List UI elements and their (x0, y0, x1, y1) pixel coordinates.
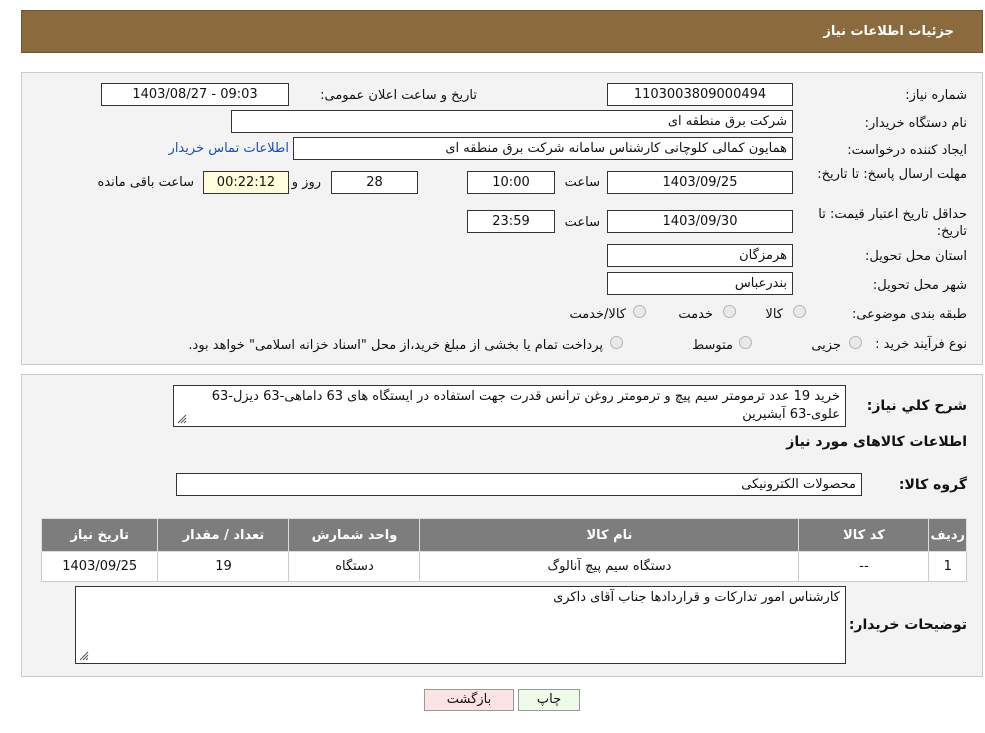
items-title: اطلاعات کالاهای مورد نیاز (786, 434, 967, 450)
table-header-row: ردیف کد کالا نام کالا واحد شمارش تعداد /… (40, 518, 967, 552)
process-option-minor: جزیی (811, 338, 841, 353)
remaining-label: ساعت باقی مانده (97, 175, 194, 190)
cell-qty: 19 (157, 551, 290, 582)
buyer-notes-textarea: کارشناس امور تدارکات و قراردادها جناب آق… (75, 586, 846, 664)
deadline-label: مهلت ارسال پاسخ: تا تاریخ: (817, 167, 967, 182)
validity-time-field: 23:59 (467, 210, 555, 233)
page-title: جزئیات اطلاعات نیاز (823, 24, 954, 39)
process-option-medium: متوسط (692, 338, 733, 353)
col-unit: واحد شمارش (288, 518, 421, 552)
deadline-date-field: 1403/09/25 (607, 171, 793, 194)
buyer-org-field: شرکت برق منطقه ای (231, 110, 793, 133)
cell-unit: دستگاه (288, 551, 421, 582)
col-qty: تعداد / مقدار (157, 518, 290, 552)
buyer-notes-text: کارشناس امور تدارکات و قراردادها جناب آق… (553, 590, 840, 605)
buyer-org-label: نام دستگاه خریدار: (864, 116, 967, 131)
description-textarea: خرید 19 عدد ترمومتر سیم پیچ و ترمومتر رو… (173, 385, 846, 427)
process-note: پرداخت تمام یا بخشی از مبلغ خرید،از محل … (188, 338, 603, 353)
buyer-notes-label: توضیحات خریدار: (848, 617, 967, 633)
deadline-time-label: ساعت (564, 175, 600, 190)
days-label: روز و (291, 175, 321, 190)
resize-grip-icon[interactable] (79, 651, 89, 661)
deadline-time-field: 10:00 (467, 171, 555, 194)
print-button[interactable]: چاپ (518, 689, 580, 711)
process-radio-minor[interactable] (849, 336, 862, 349)
col-name: نام کالا (419, 518, 800, 552)
category-option-service: خدمت (678, 307, 713, 322)
page-header: جزئیات اطلاعات نیاز (21, 10, 983, 53)
description-label: شرح کلي نياز: (866, 398, 967, 414)
city-label: شهر محل تحویل: (872, 278, 967, 293)
items-table: ردیف کد کالا نام کالا واحد شمارش تعداد /… (40, 518, 967, 582)
col-date: تاریخ نیاز (40, 518, 159, 552)
category-option-both: کالا/خدمت (569, 307, 626, 322)
need-number-field: 1103003809000494 (607, 83, 793, 106)
group-label: گروه کالا: (898, 477, 967, 493)
cell-name: دستگاه سیم پیچ آنالوگ (419, 551, 800, 582)
category-radio-goods[interactable] (793, 305, 806, 318)
category-radio-both[interactable] (633, 305, 646, 318)
validity-label: حداقل تاریخ اعتبار قیمت: تا تاریخ: (818, 207, 967, 239)
buyer-contact-link[interactable]: اطلاعات تماس خریدار (169, 141, 289, 156)
cell-code: -- (798, 551, 930, 582)
days-field: 28 (331, 171, 418, 194)
province-label: استان محل تحویل: (865, 249, 967, 264)
group-field: محصولات الکترونیکی (176, 473, 862, 496)
process-radio-medium[interactable] (739, 336, 752, 349)
process-radio-treasury[interactable] (610, 336, 623, 349)
category-label: طبقه بندی موضوعی: (851, 307, 967, 322)
need-number-label: شماره نیاز: (905, 88, 967, 103)
description-text: خرید 19 عدد ترمومتر سیم پیچ و ترمومتر رو… (211, 389, 840, 422)
col-row: ردیف (928, 518, 967, 552)
creator-label: ایجاد کننده درخواست: (847, 143, 967, 158)
cell-row: 1 (928, 551, 967, 582)
cell-date: 1403/09/25 (40, 551, 159, 582)
table-row: 1 -- دستگاه سیم پیچ آنالوگ دستگاه 19 140… (40, 551, 967, 582)
category-option-goods: کالا (765, 307, 783, 322)
province-field: هرمزگان (607, 244, 793, 267)
col-code: کد کالا (798, 518, 930, 552)
process-label: نوع فرآیند خرید : (875, 337, 967, 352)
category-radio-service[interactable] (723, 305, 736, 318)
resize-grip-icon[interactable] (177, 414, 187, 424)
announce-label: تاریخ و ساعت اعلان عمومی: (320, 88, 477, 103)
validity-date-field: 1403/09/30 (607, 210, 793, 233)
remaining-time-field: 00:22:12 (203, 171, 289, 194)
back-button[interactable]: بازگشت (424, 689, 514, 711)
creator-field: همایون کمالی کلوچانی کارشناس سامانه شرکت… (293, 137, 793, 160)
city-field: بندرعباس (607, 272, 793, 295)
validity-time-label: ساعت (564, 215, 600, 230)
announce-field: 1403/08/27 - 09:03 (101, 83, 289, 106)
